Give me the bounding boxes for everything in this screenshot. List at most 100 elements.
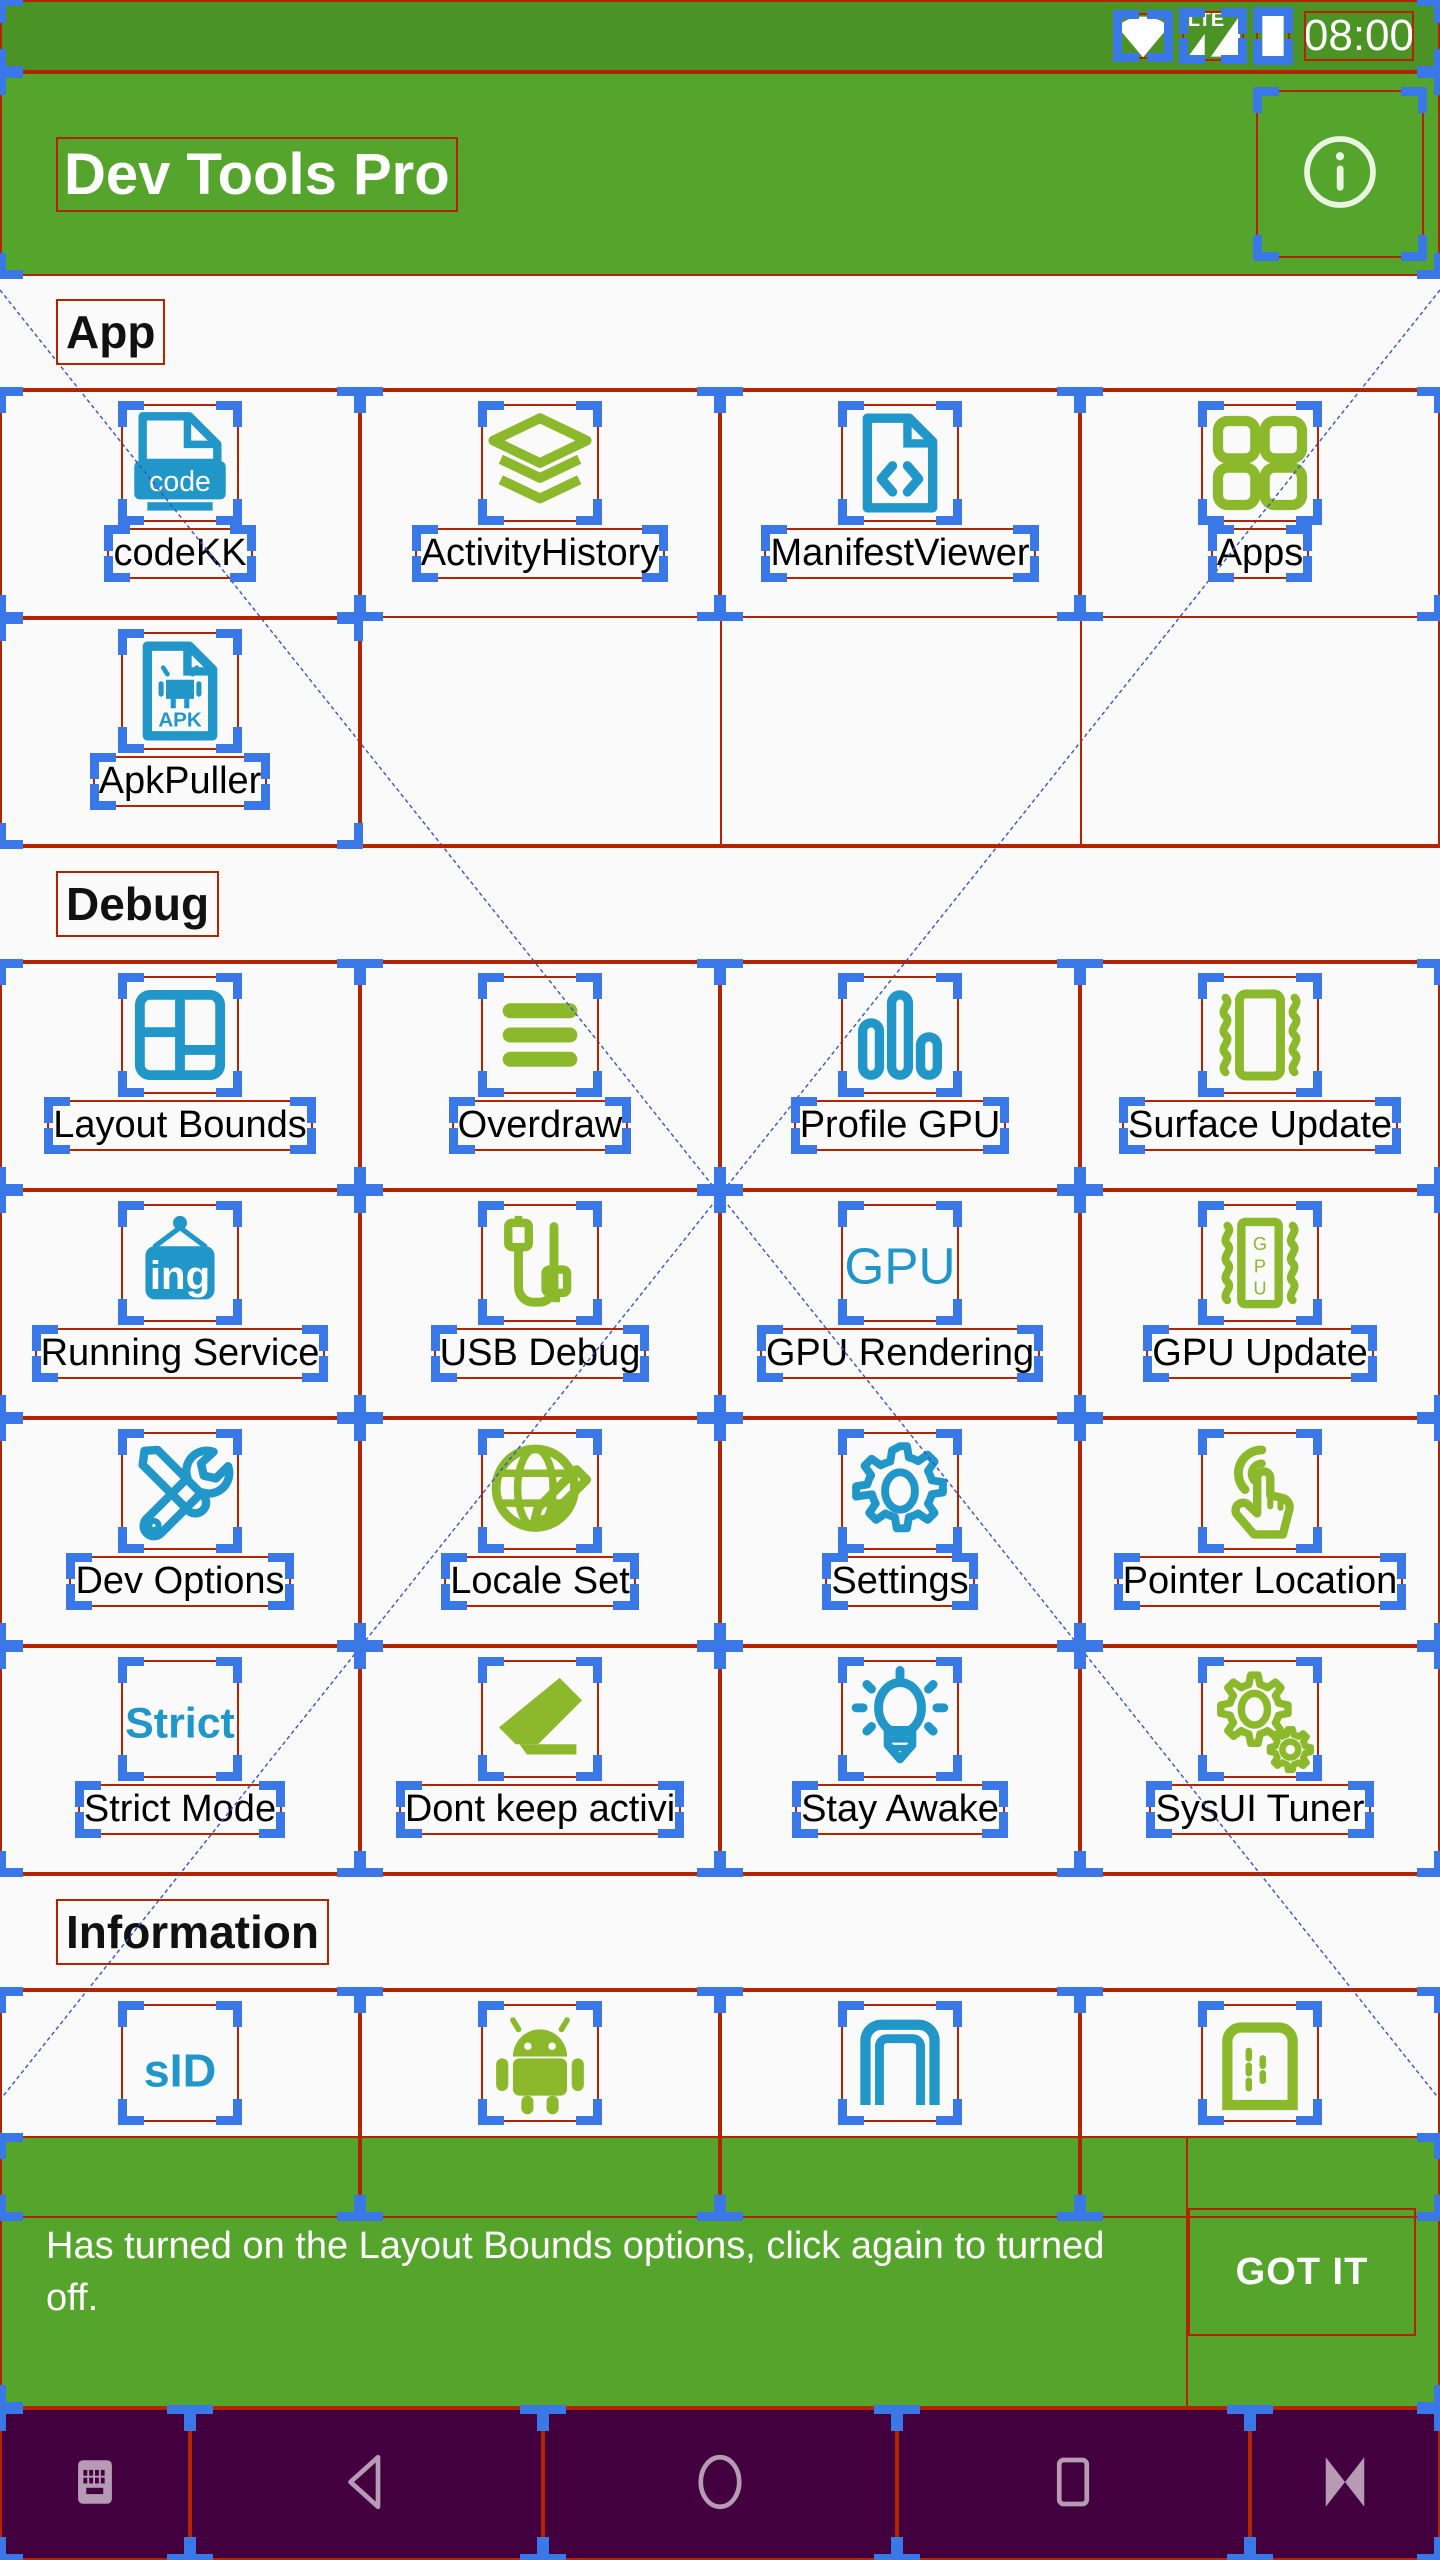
grid-item[interactable]: Settings [717, 1415, 1083, 1649]
home-button[interactable] [540, 2405, 900, 2560]
grid-item-label: ApkPuller [89, 753, 271, 810]
grid-item-label: Dev Options [66, 1553, 294, 1610]
grid-item-label: Locale Set [441, 1553, 639, 1610]
svg-text:Strict: Strict [125, 1700, 235, 1748]
app-root: LTE 08:00 Dev Tools Pro App code codeKK … [0, 0, 1440, 2560]
status-bar: LTE 08:00 [0, 0, 1440, 75]
wifi-icon [1112, 10, 1173, 62]
lightbulb-icon [838, 1657, 962, 1781]
svg-text:code: code [149, 466, 211, 498]
back-icon [334, 2449, 400, 2520]
grid-item-label: Settings [822, 1553, 978, 1610]
gear-icon [838, 1429, 962, 1553]
grid-item[interactable]: Pointer Location [1077, 1415, 1440, 1649]
grid-item-label: Dont keep activi [395, 1781, 685, 1838]
strict-text-icon: Strict [118, 1657, 242, 1781]
svg-text:GPU: GPU [844, 1238, 955, 1295]
grid-item-label: Overdraw [448, 1097, 632, 1154]
grid-item[interactable]: ActivityHistory [357, 387, 723, 621]
grid-item-label: codeKK [104, 525, 256, 582]
grid-item-label: Running Service [31, 1325, 329, 1382]
grid-item-label: ManifestViewer [761, 525, 1039, 582]
code-file-icon: code [118, 401, 242, 525]
grid-item-label: SysUI Tuner [1146, 1781, 1374, 1838]
keyboard-button[interactable] [0, 2405, 193, 2560]
layers-icon [478, 401, 602, 525]
gpu-text-icon: GPU [838, 1201, 962, 1325]
snackbar: Has turned on the Layout Bounds options,… [0, 2133, 1440, 2411]
navigation-bar [0, 2405, 1440, 2560]
android-robot-icon [478, 2001, 602, 2125]
section-header-information: Information [56, 1899, 329, 1965]
grid-item-label: Pointer Location [1113, 1553, 1407, 1610]
device-dashed-icon [1198, 2001, 1322, 2125]
section-debug-header-row: Debug [0, 848, 1440, 960]
grid-item[interactable]: Stay Awake [717, 1643, 1083, 1877]
grid-item-label: Apps [1207, 525, 1313, 582]
app-grid: code codeKK ActivityHistory ManifestViewer A… [0, 387, 1440, 849]
grid-item[interactable]: Layout Bounds [0, 959, 363, 1193]
tools-icon [118, 1429, 242, 1553]
content-scroll[interactable]: App code codeKK ActivityHistory ManifestVie… [0, 276, 1440, 2221]
status-clock: 08:00 [1303, 11, 1415, 61]
grid-item[interactable]: Locale Set [357, 1415, 723, 1649]
snackbar-action-button[interactable]: GOT IT [1188, 2208, 1416, 2336]
recents-icon [1045, 2449, 1101, 2520]
svg-text:G: G [1253, 1234, 1267, 1254]
grid-item[interactable]: USB Debug [357, 1187, 723, 1421]
section-app-header-row: App [0, 276, 1440, 388]
back-button[interactable] [187, 2405, 547, 2560]
grid-item[interactable]: SysUI Tuner [1077, 1643, 1440, 1877]
grid-item[interactable]: Surface Update [1077, 959, 1440, 1193]
svg-text:APK: APK [158, 708, 201, 731]
surface-update-icon [1198, 973, 1322, 1097]
grid-item[interactable]: ing Running Service [0, 1187, 363, 1421]
section-header-debug: Debug [56, 871, 220, 937]
grid-item[interactable]: Profile GPU [717, 959, 1083, 1193]
grid-item[interactable]: Dev Options [0, 1415, 363, 1649]
touch-pointer-icon [1198, 1429, 1322, 1553]
grid-item[interactable]: Overdraw [357, 959, 723, 1193]
lte-signal-icon: LTE [1178, 8, 1247, 64]
grid-item[interactable]: Apps [1077, 387, 1440, 621]
overdraw-bars-icon [478, 973, 602, 1097]
eraser-icon [478, 1657, 602, 1781]
grid-item-label: ActivityHistory [411, 525, 669, 582]
grid-item[interactable]: GPU GPU Rendering [717, 1187, 1083, 1421]
grid-item-label: Layout Bounds [44, 1097, 316, 1154]
section-header-app: App [56, 299, 166, 365]
globe-pencil-icon [478, 1429, 602, 1553]
usb-cable-icon [478, 1201, 602, 1325]
page-title: Dev Tools Pro [56, 136, 458, 212]
keyboard-icon [66, 2453, 124, 2516]
info-icon [1297, 129, 1383, 220]
profile-gpu-icon [838, 973, 962, 1097]
section-information-header-row: Information [0, 1876, 1440, 1988]
gpu-chip-icon: GPU [1198, 1201, 1322, 1325]
grid-item[interactable]: APK ApkPuller [0, 615, 363, 849]
svg-text:sID: sID [144, 2044, 217, 2096]
svg-text:ing: ing [150, 1253, 210, 1298]
sid-icon: sID [118, 2001, 242, 2125]
grid-item-label: Profile GPU [790, 1097, 1010, 1154]
grid-item[interactable]: Strict Strict Mode [0, 1643, 363, 1877]
hide-keyboard-button[interactable] [1246, 2405, 1440, 2560]
screen-outline-icon [838, 2001, 962, 2125]
snackbar-message: Has turned on the Layout Bounds options,… [0, 2136, 1188, 2408]
svg-text:U: U [1253, 1279, 1266, 1299]
layout-bounds-icon [118, 973, 242, 1097]
running-service-icon: ing [118, 1201, 242, 1325]
grid-item-label: Stay Awake [792, 1781, 1008, 1838]
apps-grid-icon [1198, 401, 1322, 525]
grid-item[interactable]: ManifestViewer [717, 387, 1083, 621]
grid-item[interactable]: code codeKK [0, 387, 363, 621]
code-document-icon [838, 401, 962, 525]
info-button[interactable] [1253, 87, 1427, 261]
app-bar: Dev Tools Pro [0, 69, 1440, 279]
grid-item[interactable]: G P U GPU Update [1077, 1187, 1440, 1421]
grid-item[interactable]: Dont keep activi [357, 1643, 723, 1877]
svg-text:P: P [1254, 1256, 1266, 1276]
apk-file-icon: APK [118, 629, 242, 753]
recents-button[interactable] [893, 2405, 1253, 2560]
battery-icon [1252, 7, 1293, 65]
